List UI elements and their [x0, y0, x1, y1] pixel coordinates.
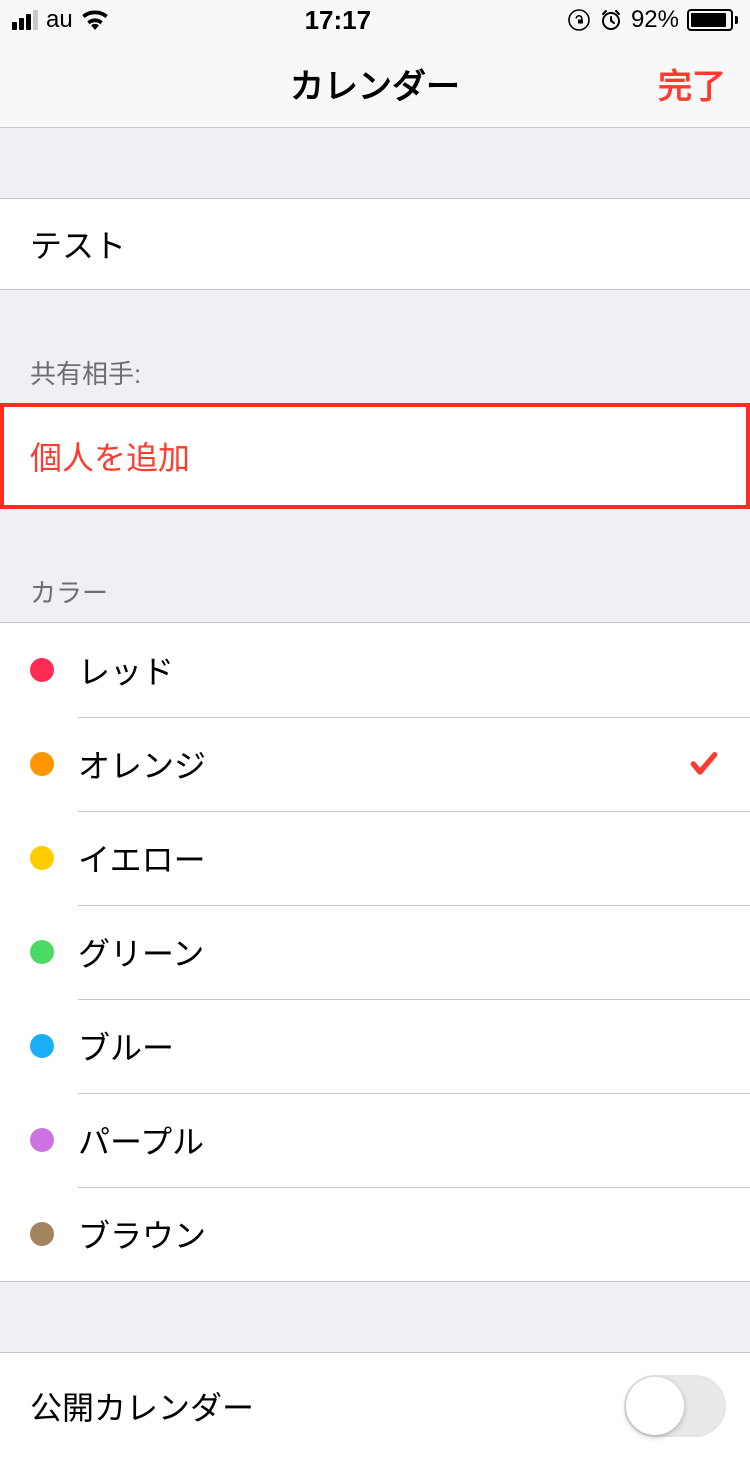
color-option-brown[interactable]: ブラウン — [0, 1187, 750, 1281]
color-label: グリーン — [78, 929, 720, 975]
page-title: カレンダー — [290, 59, 460, 108]
status-time: 17:17 — [305, 5, 372, 36]
wifi-icon — [81, 10, 109, 30]
color-label: オレンジ — [78, 741, 688, 787]
color-label: イエロー — [78, 835, 720, 881]
color-option-purple[interactable]: パープル — [0, 1093, 750, 1187]
public-calendar-row: 公開カレンダー — [0, 1352, 750, 1459]
alarm-icon — [599, 8, 623, 32]
switch-knob — [626, 1377, 684, 1435]
status-right: 92% — [567, 6, 738, 34]
rotation-lock-icon — [567, 8, 591, 32]
color-label: ブルー — [78, 1023, 720, 1069]
color-dot — [30, 940, 54, 964]
color-option-yellow[interactable]: イエロー — [0, 811, 750, 905]
battery-icon — [687, 9, 738, 31]
color-dot — [30, 846, 54, 870]
public-calendar-toggle[interactable] — [624, 1375, 726, 1437]
carrier-label: au — [46, 6, 73, 34]
done-button[interactable]: 完了 — [658, 59, 726, 108]
color-dot — [30, 658, 54, 682]
color-option-orange[interactable]: オレンジ — [0, 717, 750, 811]
color-label: ブラウン — [78, 1211, 720, 1257]
checkmark-icon — [688, 748, 720, 780]
add-person-button[interactable]: 個人を追加 — [0, 403, 750, 509]
color-dot — [30, 1034, 54, 1058]
color-dot — [30, 1128, 54, 1152]
calendar-name-value: テスト — [30, 221, 126, 267]
color-option-red[interactable]: レッド — [0, 623, 750, 717]
signal-icon — [12, 10, 38, 30]
color-label: パープル — [78, 1117, 720, 1163]
color-header: カラー — [0, 561, 750, 622]
color-option-green[interactable]: グリーン — [0, 905, 750, 999]
calendar-name-field[interactable]: テスト — [0, 198, 750, 290]
status-left: au — [12, 6, 109, 34]
color-option-blue[interactable]: ブルー — [0, 999, 750, 1093]
status-bar: au 17:17 92% — [0, 0, 750, 40]
share-header: 共有相手: — [0, 342, 750, 403]
add-person-label: 個人を追加 — [30, 440, 190, 476]
nav-bar: カレンダー 完了 — [0, 40, 750, 128]
public-calendar-label: 公開カレンダー — [30, 1383, 254, 1429]
color-label: レッド — [78, 647, 720, 693]
battery-percent: 92% — [631, 6, 679, 34]
color-list: レッド オレンジ イエロー グリーン ブルー パープル ブラウン — [0, 622, 750, 1282]
color-dot — [30, 1222, 54, 1246]
color-dot — [30, 752, 54, 776]
